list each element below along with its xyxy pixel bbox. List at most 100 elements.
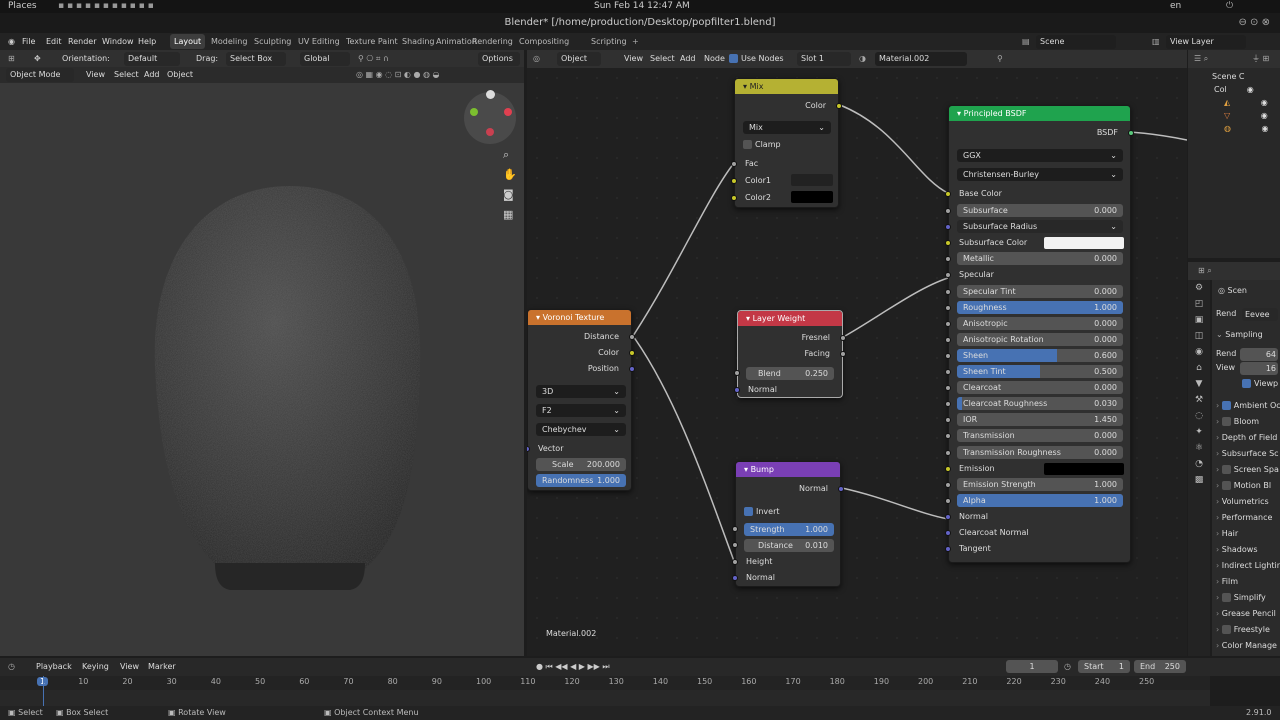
specular-tint-field[interactable]: Specular Tint 0.000 — [957, 284, 1123, 298]
outliner-light-icon[interactable]: ◍ ◉ — [1224, 122, 1269, 136]
view-layer-selector[interactable]: View Layer — [1166, 35, 1246, 49]
subsurface-method-dropdown[interactable]: Christensen-Burley ⌄ — [957, 168, 1123, 181]
timeline-menu-keying[interactable]: Keying — [82, 661, 109, 673]
language-indicator[interactable]: en — [1170, 0, 1181, 13]
bump-node-header[interactable]: ▾ Bump — [736, 462, 840, 477]
mix-color1-swatch[interactable] — [791, 174, 833, 186]
mode-dropdown[interactable]: Object Mode — [6, 68, 74, 82]
mix-color2-socket[interactable] — [731, 195, 737, 201]
panel-hair[interactable]: › Hair — [1216, 527, 1238, 541]
subsurface-radius-dropdown[interactable]: Subsurface Radius ⌄ — [957, 220, 1123, 234]
orientation-dropdown[interactable]: Default — [124, 52, 180, 66]
menu-edit[interactable]: Edit — [46, 35, 62, 48]
alpha-field[interactable]: Alpha 1.000 — [957, 493, 1123, 507]
drag-dropdown[interactable]: Select Box — [226, 52, 286, 66]
strength-socket[interactable] — [732, 526, 738, 532]
panel-color-manage[interactable]: › Color Manage — [1216, 639, 1277, 653]
anisotropic-rotation-field[interactable]: Anisotropic Rotation 0.000 — [957, 332, 1123, 346]
sheen-socket[interactable] — [945, 352, 951, 359]
viewport-menu-select[interactable]: Select — [114, 69, 139, 81]
voronoi-texture-node[interactable]: ▾ Voronoi Texture Distance Color Positio… — [527, 309, 635, 491]
voronoi-feature-dropdown[interactable]: F2 ⌄ — [536, 404, 626, 417]
principled-bsdf-node[interactable]: ▾ Principled BSDF BSDF GGX ⌄ Christensen-… — [945, 105, 1134, 563]
gizmo-z-axis[interactable] — [486, 90, 495, 99]
viewport-menu-view[interactable]: View — [86, 69, 105, 81]
mix-color2-swatch[interactable] — [791, 191, 833, 203]
transmission-field[interactable]: Transmission 0.000 — [957, 429, 1123, 443]
transmission-roughness-socket[interactable] — [945, 449, 951, 456]
menu-window[interactable]: Window — [102, 35, 134, 48]
outliner-collection[interactable]: Col ◉ — [1214, 83, 1254, 97]
pan-hand-icon[interactable]: ✋ — [503, 168, 517, 181]
pivot-icon[interactable]: ⚲ ⎔ ⌗ ∩ — [358, 53, 389, 65]
timeline-menu-playback[interactable]: Playback — [36, 661, 72, 673]
gizmo-y-axis[interactable] — [470, 108, 478, 116]
ior-socket[interactable] — [945, 417, 951, 424]
node-menu-node[interactable]: Node — [704, 53, 725, 65]
editor-type-icon[interactable]: ⊞ — [8, 53, 15, 65]
metallic-socket[interactable] — [945, 256, 951, 263]
shader-node-editor[interactable]: ▾ Mix Color Mix ⌄ Clamp Fac Color1 Color2… — [527, 68, 1187, 656]
panel-performance[interactable]: › Performance — [1216, 511, 1272, 525]
clock[interactable]: Sun Feb 14 12:47 AM — [594, 0, 690, 13]
outliner-object-icon[interactable]: ▽ ◉ — [1224, 109, 1268, 123]
scene-selector[interactable]: Scene — [1036, 35, 1116, 49]
metallic-field[interactable]: Metallic 0.000 — [957, 252, 1123, 266]
places-menu[interactable]: Places — [8, 0, 37, 13]
emission-color-swatch[interactable] — [1044, 462, 1124, 475]
panel-checkbox[interactable] — [1221, 417, 1231, 426]
transmission-roughness-field[interactable]: Transmission Roughness 0.000 — [957, 445, 1123, 459]
subsurface-color-swatch[interactable] — [1044, 237, 1124, 250]
slot-dropdown[interactable]: Slot 1 — [797, 52, 851, 66]
bump-normal-in-socket[interactable] — [732, 575, 738, 581]
playback-controls[interactable]: ● ⏮ ◀◀ ◀ ▶ ▶▶ ⏭ — [536, 661, 610, 673]
mix-color-socket[interactable] — [836, 103, 842, 109]
viewport-shading-icons[interactable]: ◎ ▦ ◉ ◌ ⊡ ◐ ● ◍ ◒ — [356, 69, 439, 81]
panel-freestyle[interactable]: › Freestyle — [1216, 623, 1270, 637]
panel-simplify[interactable]: › Simplify — [1216, 591, 1266, 605]
transmission-socket[interactable] — [945, 433, 951, 440]
subsurface-field[interactable]: Subsurface 0.000 — [957, 204, 1123, 217]
sampling-panel[interactable]: ⌄ Sampling — [1216, 328, 1263, 342]
subsurface-socket[interactable] — [945, 208, 951, 214]
properties-panel[interactable]: ◎ Scen Rend Eevee ⌄ Sampling Rend 64 Vie… — [1212, 280, 1280, 656]
node-menu-add[interactable]: Add — [680, 53, 696, 65]
node-menu-select[interactable]: Select — [650, 53, 675, 65]
ior-field[interactable]: IOR 1.450 — [957, 413, 1123, 427]
clearcoat-roughness-field[interactable]: Clearcoat Roughness 0.030 — [957, 397, 1123, 411]
transform-orientation-dropdown[interactable]: Global — [300, 52, 350, 66]
facing-socket[interactable] — [840, 351, 846, 357]
layer-weight-header[interactable]: ▾ Layer Weight — [738, 311, 842, 326]
gizmo-neg-x[interactable] — [486, 128, 494, 136]
bump-normal-out-socket[interactable] — [838, 486, 844, 492]
voronoi-node-header[interactable]: ▾ Voronoi Texture — [528, 310, 631, 325]
anisotropic-field[interactable]: Anisotropic 0.000 — [957, 316, 1123, 330]
bump-node[interactable]: ▾ Bump Normal Invert Strength 1.000 Dista… — [732, 461, 844, 587]
3d-viewport[interactable]: ⌕ ✋ ◙ ▦ — [0, 68, 524, 656]
emission-strength-socket[interactable] — [945, 481, 951, 488]
anisotropic-rotation-socket[interactable] — [945, 336, 951, 343]
specular-tint-socket[interactable] — [945, 288, 951, 295]
outliner-camera-icon[interactable]: ◭ ◉ — [1224, 96, 1268, 110]
sheen-tint-socket[interactable] — [945, 369, 951, 375]
property-tab-icons[interactable]: ⚙ ◰ ▣ ◫ ◉ ⌂ ▼ ⚒ ◌ ✦ ⚛ ◔ ▩ — [1188, 280, 1210, 488]
render-engine-dropdown[interactable]: Eevee — [1242, 308, 1278, 321]
filter-icon[interactable]: ⏚ ⊞ — [1252, 53, 1269, 65]
panel-indirect-lightin[interactable]: › Indirect Lightin — [1216, 559, 1280, 573]
pin-icon[interactable]: ⚲ — [997, 53, 1003, 65]
outliner-scene-collection[interactable]: Scene C — [1212, 70, 1245, 84]
viewport-samples-field[interactable]: 16 — [1240, 362, 1278, 375]
tab-uv-editing[interactable]: UV Editing — [294, 34, 344, 49]
anisotropic-socket[interactable] — [945, 320, 951, 327]
panel-depth-of-field[interactable]: › Depth of Field — [1216, 431, 1277, 445]
mix-node-header[interactable]: ▾ Mix — [735, 79, 838, 94]
voronoi-position-socket[interactable] — [629, 366, 635, 372]
voronoi-color-socket[interactable] — [629, 350, 635, 356]
emission-strength-field[interactable]: Emission Strength 1.000 — [957, 477, 1123, 491]
bump-invert-checkbox[interactable]: Invert — [736, 505, 840, 519]
menu-file[interactable]: File — [22, 35, 35, 48]
navigation-gizmo[interactable] — [464, 90, 516, 144]
distribution-dropdown[interactable]: GGX ⌄ — [957, 149, 1123, 162]
panel-screen-spa[interactable]: › Screen Spa — [1216, 463, 1279, 477]
use-nodes-toggle[interactable]: Use Nodes — [729, 53, 784, 65]
